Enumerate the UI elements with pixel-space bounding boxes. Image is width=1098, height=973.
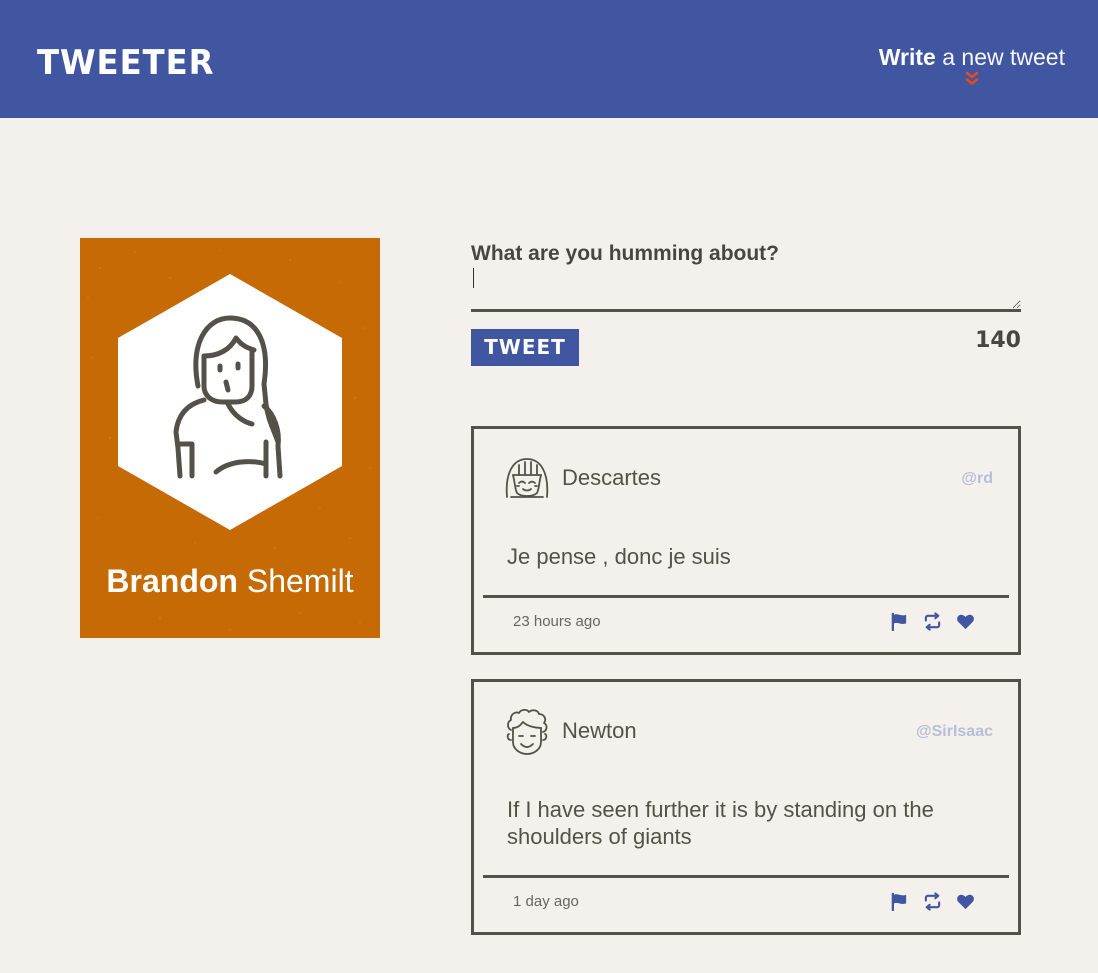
flag-icon[interactable]: [890, 612, 909, 631]
curly-hair-avatar-icon: [506, 708, 548, 755]
compose-toggle-label: Write a new tweet: [879, 46, 1065, 69]
compose-label: What are you humming about?: [471, 242, 779, 265]
navbar: TWEETER Write a new tweet: [0, 0, 1098, 118]
tweet-author-name: Newton: [562, 718, 637, 743]
tweet-footer: 23 hours ago: [483, 595, 1009, 649]
brand-logo[interactable]: TWEETER: [37, 46, 214, 80]
tweet-card: Descartes @rd Je pense , donc je suis 23…: [471, 426, 1021, 655]
tweet-content: Je pense , donc je suis: [507, 544, 731, 569]
tweet-footer: 1 day ago: [483, 875, 1009, 929]
girl-avatar-icon: [505, 458, 549, 498]
profile-name: Brandon Shemilt: [80, 565, 380, 597]
tweet-author-name: Descartes: [562, 465, 662, 490]
profile-avatar-icon: [118, 274, 342, 530]
retweet-icon[interactable]: [923, 612, 942, 631]
profile-first-name: Brandon: [106, 563, 238, 599]
tweet-actions: [890, 612, 975, 631]
heart-icon[interactable]: [956, 892, 975, 911]
tweet-timestamp: 1 day ago: [513, 893, 579, 910]
text-caret: [473, 268, 474, 288]
tweet-content: If I have seen further it is by standing…: [507, 797, 934, 849]
tweet-author-handle[interactable]: @SirIsaac: [916, 724, 993, 740]
tweet-submit-button[interactable]: TWEET: [471, 329, 579, 366]
tweet-timestamp: 23 hours ago: [513, 613, 601, 630]
profile-last-name: Shemilt: [246, 563, 354, 599]
retweet-icon[interactable]: [923, 892, 942, 911]
double-chevron-down-icon: [965, 71, 979, 85]
compose-toggle-strong: Write: [878, 44, 936, 70]
compose-toggle-button[interactable]: Write a new tweet: [879, 46, 1065, 87]
compose-toggle-rest: a new tweet: [942, 44, 1065, 70]
compose-section: What are you humming about? TWEET 140: [471, 238, 1021, 366]
tweet-author-handle[interactable]: @rd: [961, 471, 993, 487]
tweet-actions: [890, 892, 975, 911]
profile-card: Brandon Shemilt: [80, 238, 380, 638]
heart-icon[interactable]: [956, 612, 975, 631]
tweet-text-input[interactable]: [471, 266, 1021, 312]
tweet-card: Newton @SirIsaac If I have seen further …: [471, 679, 1021, 935]
flag-icon[interactable]: [890, 892, 909, 911]
character-counter: 140: [975, 328, 1021, 353]
